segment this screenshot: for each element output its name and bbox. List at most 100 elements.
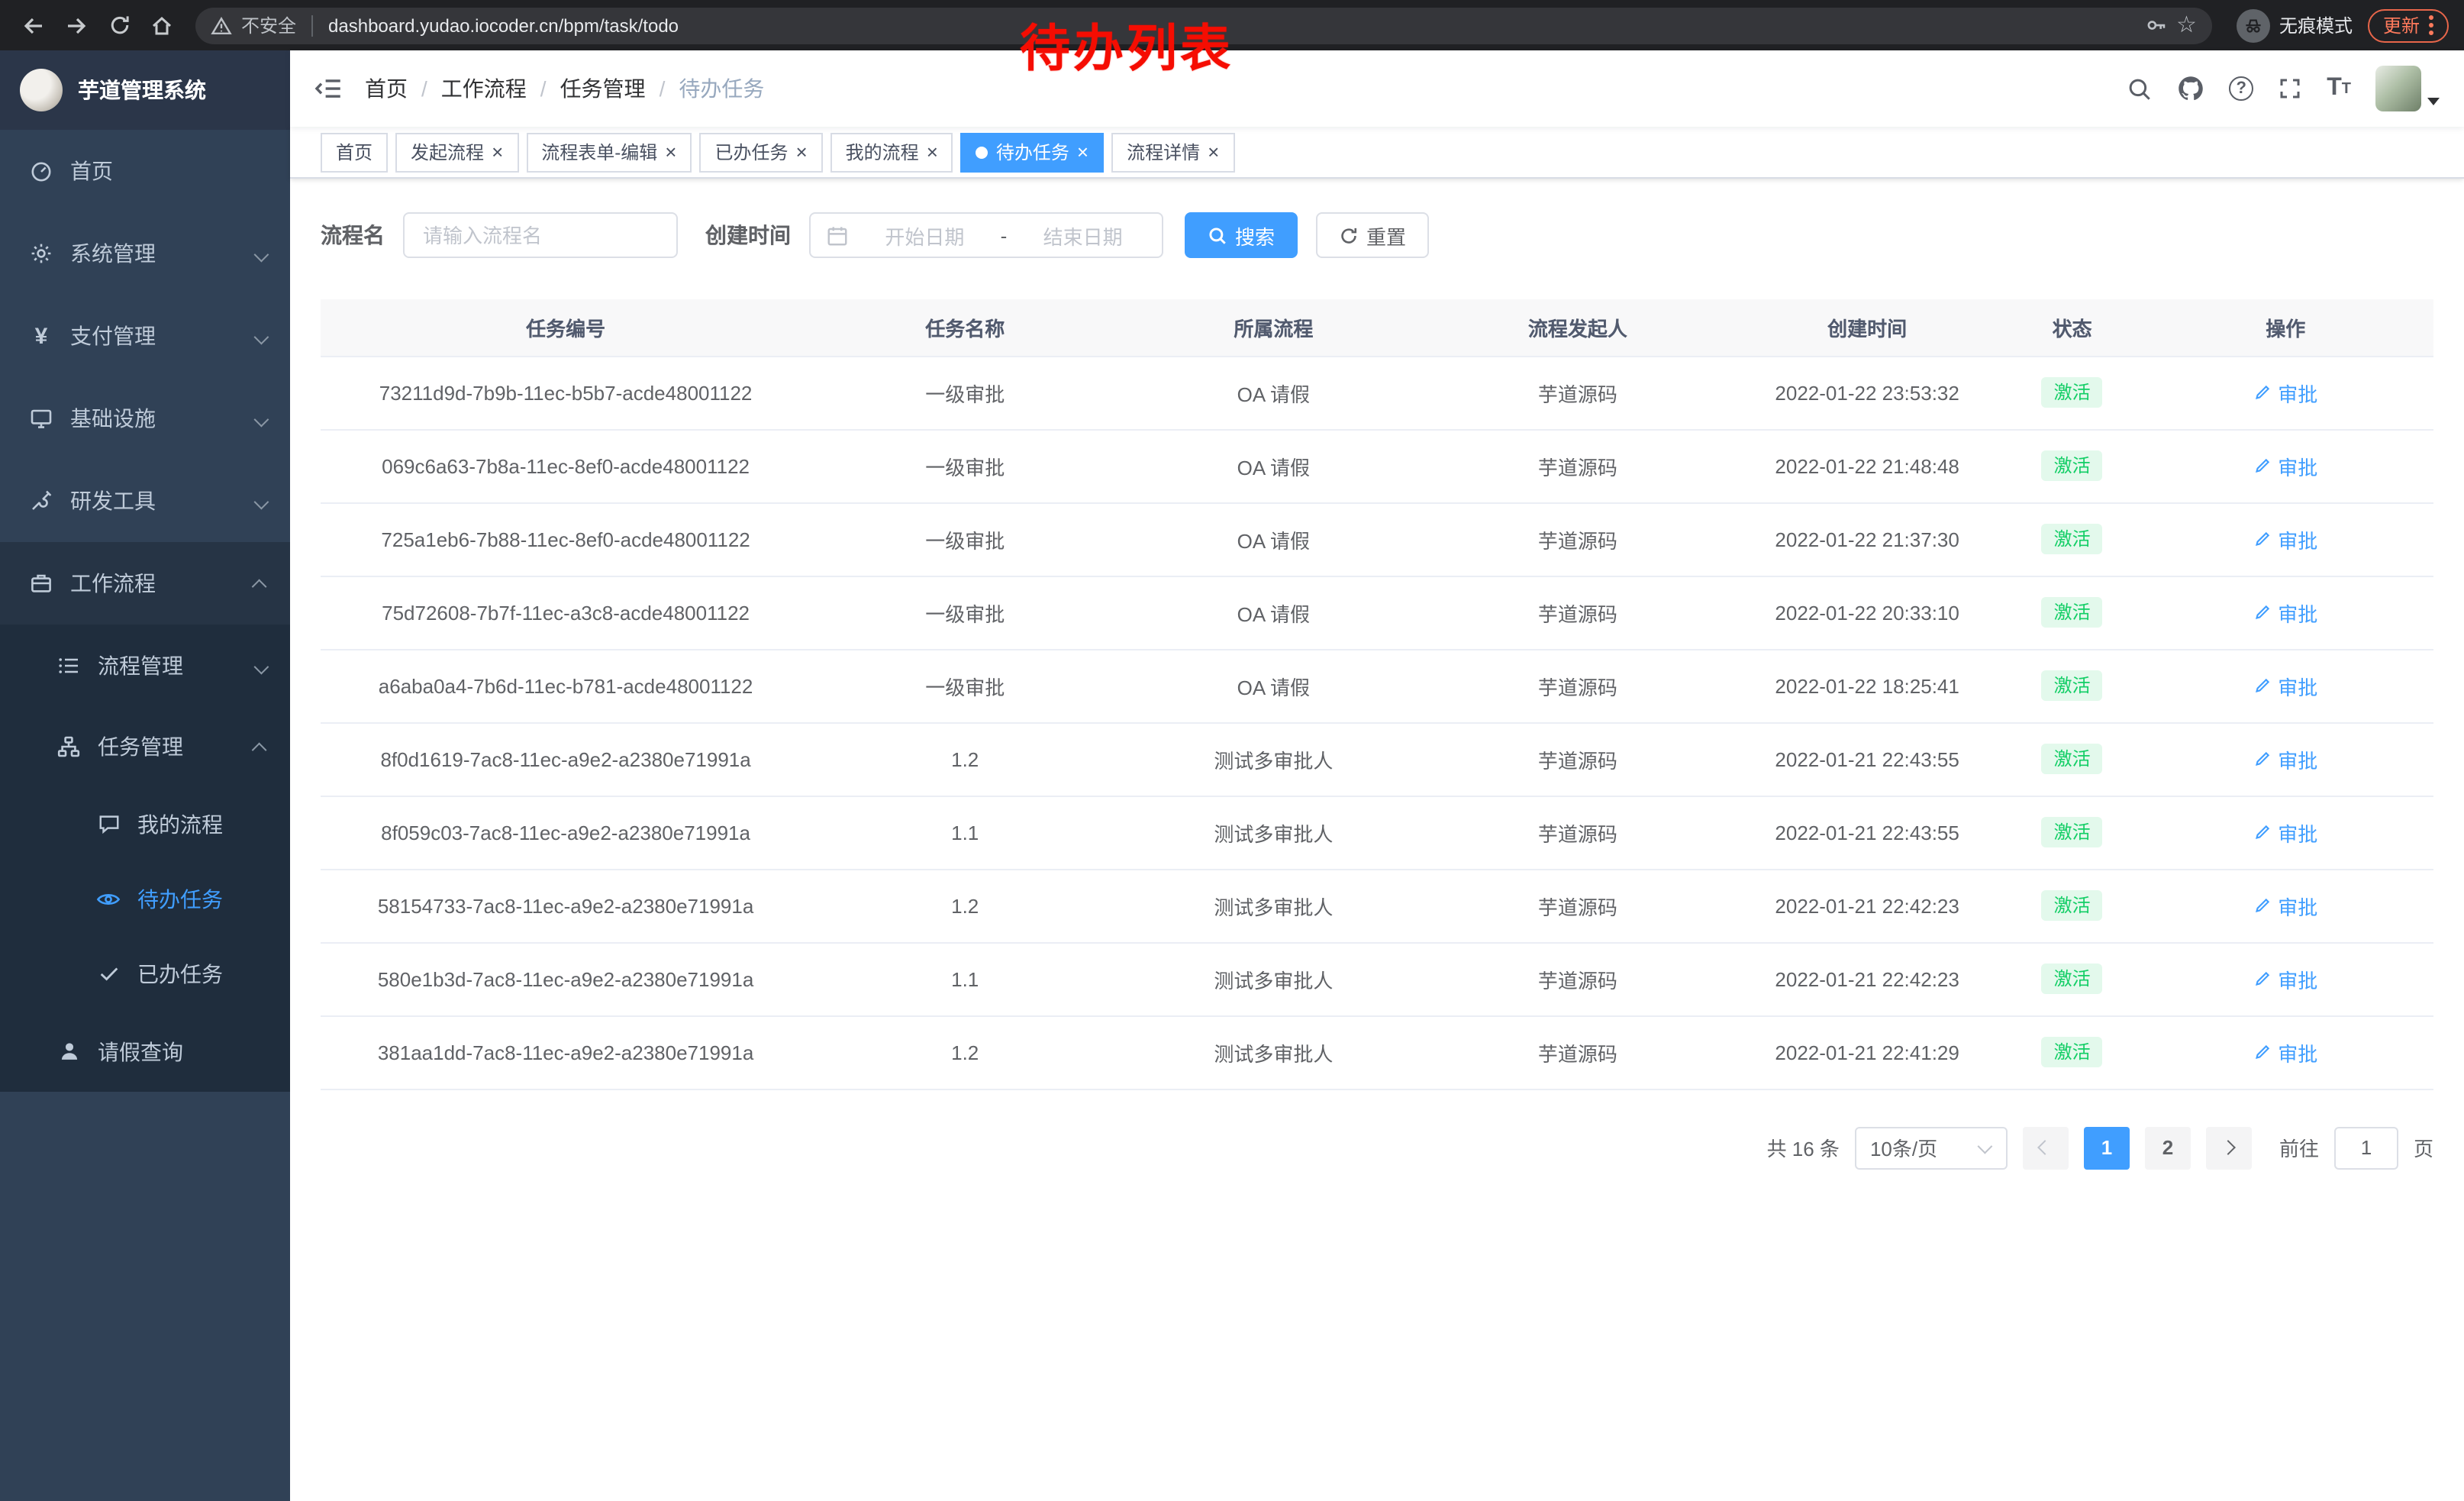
sidebar-item-label: 支付管理	[70, 321, 156, 351]
close-icon[interactable]: ×	[1208, 142, 1219, 162]
sidebar-item-workflow[interactable]: 工作流程	[0, 542, 290, 625]
bookmark-star-icon[interactable]: ☆	[2176, 14, 2197, 37]
tab-home[interactable]: 首页	[321, 132, 388, 172]
font-size-icon[interactable]: TT	[2327, 75, 2351, 102]
table-row: 73211d9d-7b9b-11ec-b5b7-acde48001122 一级审…	[321, 356, 2433, 429]
browser-forward-button[interactable]	[58, 7, 95, 44]
sidebar-item-done-task[interactable]: 已办任务	[0, 936, 290, 1011]
goto-page-input[interactable]	[2334, 1126, 2398, 1169]
start-date-placeholder: 开始日期	[861, 221, 989, 250]
table-row: 58154733-7ac8-11ec-a9e2-a2380e71991a 1.2…	[321, 869, 2433, 942]
sidebar-item-infra[interactable]: 基础设施	[0, 377, 290, 460]
approve-link[interactable]: 审批	[2253, 964, 2317, 993]
more-menu-icon[interactable]	[2429, 15, 2433, 35]
browser-reload-button[interactable]	[101, 7, 137, 44]
prev-page-button[interactable]	[2023, 1126, 2069, 1169]
approve-link[interactable]: 审批	[2253, 818, 2317, 847]
tab-form-edit[interactable]: 流程表单-编辑 ×	[526, 132, 692, 172]
approve-link[interactable]: 审批	[2253, 1038, 2317, 1067]
app-logo[interactable]: 芋道管理系统	[0, 50, 290, 130]
cell-task-name: 一级审批	[811, 429, 1119, 502]
key-icon[interactable]	[2144, 14, 2167, 37]
cell-create-time: 2022-01-22 20:33:10	[1727, 576, 2006, 649]
status-badge: 激活	[2042, 890, 2103, 921]
reset-button[interactable]: 重置	[1316, 212, 1429, 258]
tab-process-detail[interactable]: 流程详情 ×	[1111, 132, 1234, 172]
column-header-actions: 操作	[2137, 299, 2433, 356]
cell-task-name: 一级审批	[811, 576, 1119, 649]
sidebar-item-payment[interactable]: ¥ 支付管理	[0, 295, 290, 377]
approve-link[interactable]: 审批	[2253, 598, 2317, 627]
address-bar[interactable]: 不安全 dashboard.yudao.iocoder.cn/bpm/task/…	[195, 7, 2212, 44]
breadcrumb-item[interactable]: 首页	[365, 73, 408, 104]
approve-label: 审批	[2278, 451, 2317, 480]
table-row: 8f059c03-7ac8-11ec-a9e2-a2380e71991a 1.1…	[321, 796, 2433, 869]
browser-home-button[interactable]	[144, 7, 180, 44]
process-name-input[interactable]	[403, 212, 678, 258]
page-button-1[interactable]: 1	[2084, 1126, 2130, 1169]
cell-initiator: 芋道源码	[1427, 576, 1727, 649]
approve-link[interactable]: 审批	[2253, 891, 2317, 920]
approve-label: 审批	[2278, 744, 2317, 773]
page-url: dashboard.yudao.iocoder.cn/bpm/task/todo	[328, 15, 679, 36]
close-icon[interactable]: ×	[1077, 142, 1088, 162]
cell-task-id: 381aa1dd-7ac8-11ec-a9e2-a2380e71991a	[321, 1015, 811, 1089]
approve-link[interactable]: 审批	[2253, 525, 2317, 554]
breadcrumb-item[interactable]: 工作流程	[441, 73, 527, 104]
breadcrumb-item[interactable]: 任务管理	[560, 73, 646, 104]
close-icon[interactable]: ×	[927, 142, 938, 162]
workflow-submenu: 流程管理 任务管理 我的流程	[0, 625, 290, 1092]
tab-my-process[interactable]: 我的流程 ×	[830, 132, 953, 172]
avatar[interactable]	[2375, 66, 2421, 111]
approve-link[interactable]: 审批	[2253, 451, 2317, 480]
user-menu[interactable]	[2375, 66, 2440, 111]
page-size-select[interactable]: 10条/页	[1855, 1126, 2008, 1169]
sidebar-item-leave-query[interactable]: 请假查询	[0, 1011, 290, 1092]
update-button[interactable]: 更新	[2368, 8, 2449, 42]
approve-link[interactable]: 审批	[2253, 671, 2317, 700]
chevron-down-icon	[255, 324, 266, 348]
approve-label: 审批	[2278, 378, 2317, 407]
search-icon[interactable]	[2127, 76, 2153, 102]
sidebar-item-todo-task[interactable]: 待办任务	[0, 861, 290, 936]
eye-icon	[95, 886, 122, 911]
sidebar-item-task-mgmt[interactable]: 任务管理	[0, 705, 290, 786]
cell-task-id: 8f0d1619-7ac8-11ec-a9e2-a2380e71991a	[321, 722, 811, 796]
cell-process: OA 请假	[1119, 502, 1427, 576]
approve-link[interactable]: 审批	[2253, 378, 2317, 407]
tab-start-process[interactable]: 发起流程 ×	[395, 132, 518, 172]
sidebar-item-my-process[interactable]: 我的流程	[0, 786, 290, 861]
cell-create-time: 2022-01-22 23:53:32	[1727, 356, 2006, 429]
browser-back-button[interactable]	[15, 7, 52, 44]
page-button-2[interactable]: 2	[2145, 1126, 2191, 1169]
date-range-picker[interactable]: 开始日期 - 结束日期	[809, 212, 1163, 258]
sidebar-item-label: 研发工具	[70, 486, 156, 516]
approve-link[interactable]: 审批	[2253, 744, 2317, 773]
tab-done-task[interactable]: 已办任务 ×	[699, 132, 822, 172]
help-icon[interactable]: ?	[2229, 76, 2253, 101]
tab-todo-task[interactable]: 待办任务 ×	[961, 132, 1104, 172]
sidebar-item-devtools[interactable]: 研发工具	[0, 460, 290, 542]
next-page-button[interactable]	[2206, 1126, 2252, 1169]
table-row: 381aa1dd-7ac8-11ec-a9e2-a2380e71991a 1.2…	[321, 1015, 2433, 1089]
breadcrumb-separator: /	[421, 76, 427, 101]
approve-label: 审批	[2278, 1038, 2317, 1067]
browser-toolbar: 不安全 dashboard.yudao.iocoder.cn/bpm/task/…	[0, 0, 2464, 50]
fullscreen-icon[interactable]	[2278, 76, 2302, 101]
search-button[interactable]: 搜索	[1185, 212, 1298, 258]
chevron-up-icon	[255, 734, 266, 758]
status-badge: 激活	[2042, 377, 2103, 408]
sidebar-item-system[interactable]: 系统管理	[0, 212, 290, 295]
breadcrumb-separator: /	[660, 76, 666, 101]
column-header-create-time: 创建时间	[1727, 299, 2006, 356]
sidebar-collapse-icon[interactable]	[314, 75, 342, 102]
github-icon[interactable]	[2177, 75, 2204, 102]
close-icon[interactable]: ×	[492, 142, 503, 162]
sidebar-item-process-mgmt[interactable]: 流程管理	[0, 625, 290, 705]
table-row: 580e1b3d-7ac8-11ec-a9e2-a2380e71991a 1.1…	[321, 942, 2433, 1015]
close-icon[interactable]: ×	[795, 142, 807, 162]
cell-task-id: 58154733-7ac8-11ec-a9e2-a2380e71991a	[321, 869, 811, 942]
sidebar-item-home[interactable]: 首页	[0, 130, 290, 212]
tags-view-bar: 首页 发起流程 × 流程表单-编辑 × 已办任务 × 我的流程 ×	[290, 127, 2464, 179]
close-icon[interactable]: ×	[665, 142, 676, 162]
